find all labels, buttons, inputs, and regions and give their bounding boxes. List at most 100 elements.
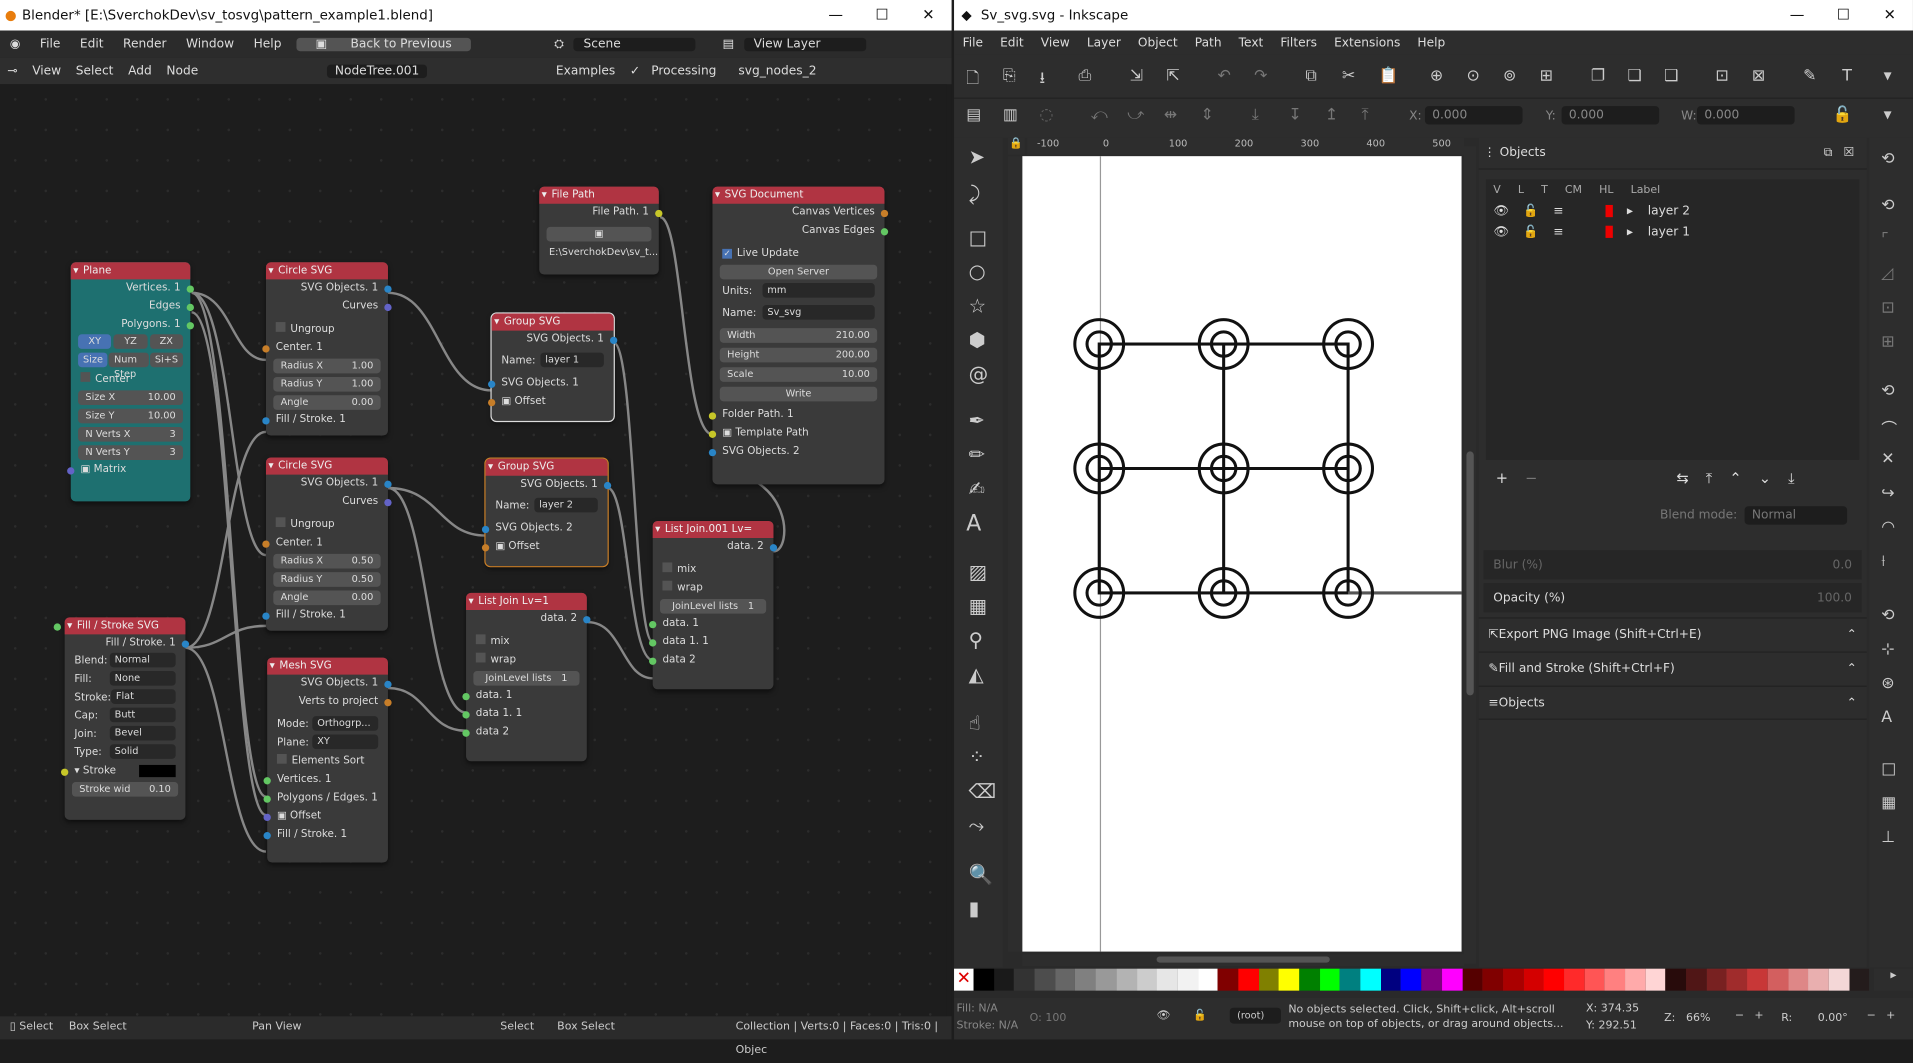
socket[interactable] — [462, 728, 470, 737]
join-level-field[interactable]: JoinLevel lists 1 — [660, 599, 767, 614]
nverts-x-field[interactable]: N Verts X 3 — [78, 427, 183, 442]
palette-swatch[interactable] — [1604, 968, 1626, 991]
maximize-icon[interactable]: ☐ — [859, 0, 905, 31]
open-icon[interactable]: ⎘ — [1003, 67, 1016, 85]
zoom-tool-icon[interactable]: 🔍 — [969, 863, 993, 886]
stroke-indicator[interactable]: Stroke: N/A — [956, 1020, 1018, 1032]
minimize-icon[interactable]: — — [1774, 0, 1820, 31]
radius-x-field[interactable]: Radius X 0.50 — [273, 553, 381, 569]
opacity-indicator[interactable]: O: 100 — [1030, 1013, 1067, 1025]
socket[interactable] — [186, 303, 194, 311]
gradient-tool-icon[interactable]: ▨ — [969, 560, 987, 583]
socket[interactable] — [262, 416, 270, 424]
svgdoc-title[interactable]: SVG Document — [712, 186, 885, 204]
value[interactable]: Butt — [109, 707, 176, 723]
layer-label[interactable]: layer 1 — [1648, 226, 1690, 239]
palette-menu-icon[interactable]: ▸ — [1873, 968, 1913, 991]
menu-help[interactable]: Help — [1409, 36, 1454, 49]
mix-checkbox[interactable]: mix — [466, 633, 587, 651]
export-icon[interactable]: ⇱ — [1166, 67, 1179, 85]
socket[interactable] — [462, 692, 470, 700]
palette-swatch[interactable] — [1075, 968, 1096, 991]
spray-tool-icon[interactable]: ⁘ — [969, 745, 985, 768]
expand-icon[interactable]: ▸ — [1627, 205, 1633, 218]
menu-text[interactable]: Text — [1230, 36, 1272, 49]
view-layer-field[interactable]: View Layer — [743, 37, 866, 51]
ungroup-icon[interactable]: ⊠ — [1752, 67, 1765, 85]
num-step-button[interactable]: Num Step — [109, 352, 149, 379]
text-font-icon[interactable]: T — [1842, 67, 1852, 85]
open-server-button[interactable]: Open Server — [719, 264, 878, 280]
header-examples[interactable]: Examples — [549, 64, 623, 77]
snap-nodes-icon[interactable]: ⟲ — [1881, 382, 1894, 400]
socket[interactable] — [384, 303, 392, 311]
bezier-tool-icon[interactable]: ✒ — [969, 409, 985, 432]
horizontal-ruler[interactable]: -100 0 100 200 300 400 500 — [1027, 137, 1464, 155]
select-all-layers-icon[interactable]: ▥ — [1003, 106, 1018, 124]
no-paint-swatch[interactable]: ✕ — [954, 968, 974, 991]
palette-swatch[interactable] — [1116, 968, 1137, 991]
group-svg-node-2[interactable]: Group SVG SVG Objects. 1 Name: layer 2 SV… — [481, 457, 612, 568]
star-tool-icon[interactable]: ☆ — [969, 294, 986, 317]
back-to-previous-button[interactable]: ▣ Back to Previous — [296, 37, 472, 51]
socket[interactable] — [263, 776, 271, 784]
stroke-width-field[interactable]: Stroke wid 0.10 — [53, 622, 179, 797]
paint-bucket-tool-icon[interactable]: ◭ — [969, 662, 984, 685]
flip-v-icon[interactable]: ⇕ — [1200, 106, 1213, 124]
socket[interactable] — [649, 656, 657, 665]
palette-swatch[interactable] — [1136, 968, 1157, 991]
height-field[interactable]: Height 200.00 — [719, 347, 878, 363]
highlight-swatch[interactable] — [1604, 225, 1613, 238]
eye-icon[interactable]: 👁 — [1493, 226, 1508, 239]
import-icon[interactable]: ⇲ — [1130, 67, 1143, 85]
palette-swatch[interactable] — [1421, 968, 1442, 991]
value[interactable]: Flat — [110, 689, 176, 704]
layer-select[interactable]: (root) — [1229, 1007, 1281, 1024]
palette-swatch[interactable] — [1686, 968, 1707, 991]
layer-label[interactable]: layer 2 — [1648, 205, 1690, 218]
unlink-clone-icon[interactable]: ❑ — [1664, 67, 1678, 85]
snap-text-baseline-icon[interactable]: A — [1881, 709, 1892, 727]
lower-icon[interactable]: ↧ — [1288, 106, 1301, 124]
palette-swatch[interactable] — [1502, 968, 1524, 991]
menu-filters[interactable]: Filters — [1272, 36, 1326, 49]
palette-swatch[interactable] — [973, 968, 994, 991]
zoom-width-icon[interactable]: ⊞ — [1540, 67, 1553, 85]
socket[interactable] — [649, 620, 657, 628]
snap-intersection-icon[interactable]: ✕ — [1881, 450, 1894, 468]
socket[interactable] — [263, 813, 271, 821]
stroke-row[interactable]: Stroke: Flat — [65, 689, 186, 707]
palette-swatch[interactable] — [1340, 968, 1361, 991]
save-icon[interactable]: ⭳ — [1039, 67, 1045, 94]
header-add[interactable]: Add — [121, 64, 159, 77]
rotate-cw-icon[interactable]: ⤻ — [1127, 106, 1144, 124]
snap-cusp-icon[interactable]: ↪ — [1881, 484, 1894, 502]
vertical-scrollbar[interactable] — [1464, 146, 1477, 964]
socket[interactable] — [186, 321, 194, 329]
connector-tool-icon[interactable]: ⤳ — [969, 814, 985, 838]
circle1-title[interactable]: Circle SVG — [265, 262, 388, 280]
blur-slider[interactable]: Blur (%) 0.0 — [1483, 550, 1862, 580]
socket[interactable] — [384, 698, 392, 706]
header-select[interactable]: Select — [68, 64, 120, 77]
print-icon[interactable]: ⎙ — [1078, 67, 1091, 85]
scale-field[interactable]: Scale 10.00 — [719, 367, 878, 382]
add-layer-icon[interactable]: + — [1496, 470, 1508, 487]
mesh-svg-node[interactable]: Mesh SVG SVG Objects. 1 Verts to project… — [263, 657, 392, 863]
calligraphy-tool-icon[interactable]: ✍ — [969, 477, 985, 500]
snap-bbox-edge-icon[interactable]: ⌜ — [1881, 231, 1888, 249]
socket[interactable] — [384, 284, 392, 293]
fill-title[interactable]: Fill / Stroke SVG — [64, 617, 186, 635]
deselect-icon[interactable]: ◌ — [1039, 106, 1053, 124]
plane-row[interactable]: Plane: XY — [267, 734, 388, 752]
rotate-minus-icon[interactable]: − — [1867, 1010, 1876, 1022]
snap-guide-icon[interactable]: ⊥ — [1881, 828, 1895, 846]
socket[interactable] — [488, 380, 496, 388]
chevron-up-icon[interactable]: ⌃ — [1847, 696, 1857, 709]
flip-h-icon[interactable]: ⇹ — [1164, 106, 1177, 124]
palette-swatch[interactable] — [1543, 968, 1564, 991]
socket[interactable] — [186, 284, 194, 293]
socket[interactable] — [262, 611, 270, 620]
radius-y-field[interactable]: Radius Y 0.50 — [273, 572, 381, 587]
menu-extensions[interactable]: Extensions — [1326, 36, 1409, 49]
